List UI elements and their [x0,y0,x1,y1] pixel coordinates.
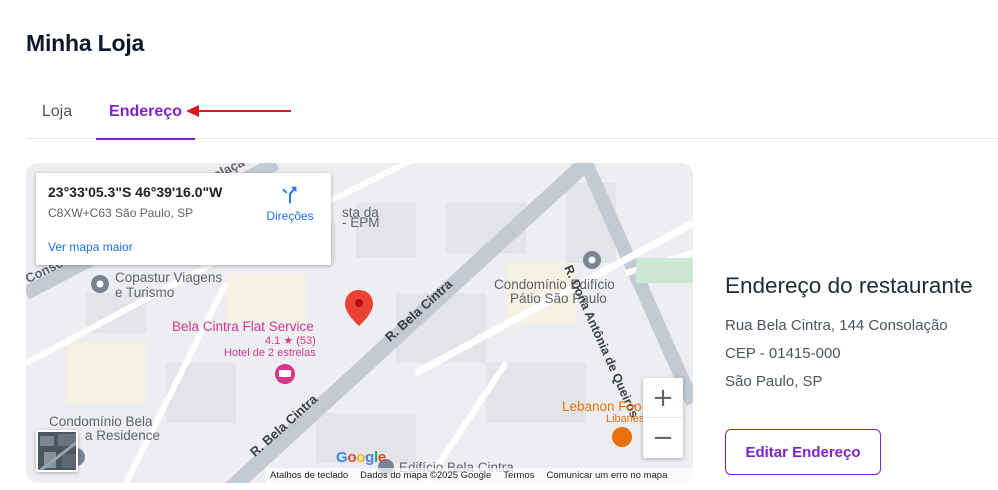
edit-address-button[interactable]: Editar Endereço [725,429,881,475]
address-city: São Paulo, SP [725,373,823,390]
plus-code: C8XW+C63 São Paulo, SP [48,206,194,220]
keyboard-shortcuts-link[interactable]: Atalhos de teclado [270,470,348,481]
map-poi-label: Condomínio Bela [49,414,153,429]
report-error-link[interactable]: Comunicar um erro no mapa [546,470,667,481]
address-title: Endereço do restaurante [725,273,973,298]
annotation-arrow-icon [186,105,291,117]
google-logo: Google [336,449,386,466]
map-embed[interactable]: Conso olaçã R. Bela Cintra R. Bela Cintr… [26,163,693,483]
map-poi-label: Lebanon Foo [562,399,642,414]
map-data-text: Dados do mapa ©2025 Google [360,470,492,481]
zoom-control: + − [643,378,683,458]
address-cep: CEP - 01415-000 [725,345,841,362]
map-info-card: 23°33'05.3"S 46°39'16.0"W C8XW+C63 São P… [36,173,331,265]
zoom-in-button[interactable]: + [643,378,683,418]
directions-button[interactable]: Direções [264,184,316,223]
map-poi-label: 4.1 ★ (53) [265,335,316,347]
satellite-toggle[interactable] [36,430,78,472]
directions-label: Direções [266,209,314,223]
tab-bar: Loja Endereço [26,86,998,140]
address-street: Rua Bela Cintra, 144 Consolação [725,317,948,334]
directions-icon [282,186,297,204]
satellite-thumbnail-icon [38,432,76,470]
map-poi-label: Pátio São Paulo [510,291,607,306]
map-poi-label: Copastur Viagens [115,270,223,285]
zoom-out-button[interactable]: − [643,418,683,458]
map-poi-label: Bela Cintra Flat Service [172,319,314,334]
view-larger-map-link[interactable]: Ver mapa maior [48,240,133,254]
terms-link[interactable]: Termos [503,470,534,481]
coordinates: 23°33'05.3"S 46°39'16.0"W [48,184,223,200]
page-title: Minha Loja [26,30,145,56]
map-poi-label: e Turismo [115,285,175,300]
map-attribution: Atalhos de teclado Dados do mapa ©2025 G… [266,468,693,483]
map-poi-label: Condomínio Edifício [494,277,615,292]
map-poi-label: - EPM [342,215,380,230]
map-poi-label: Libanes [606,413,645,425]
map-poi-label: a Residence [85,428,161,443]
tab-endereco[interactable]: Endereço [96,86,195,140]
map-poi-label: Hotel de 2 estrelas [224,347,316,359]
tab-loja[interactable]: Loja [26,86,88,138]
